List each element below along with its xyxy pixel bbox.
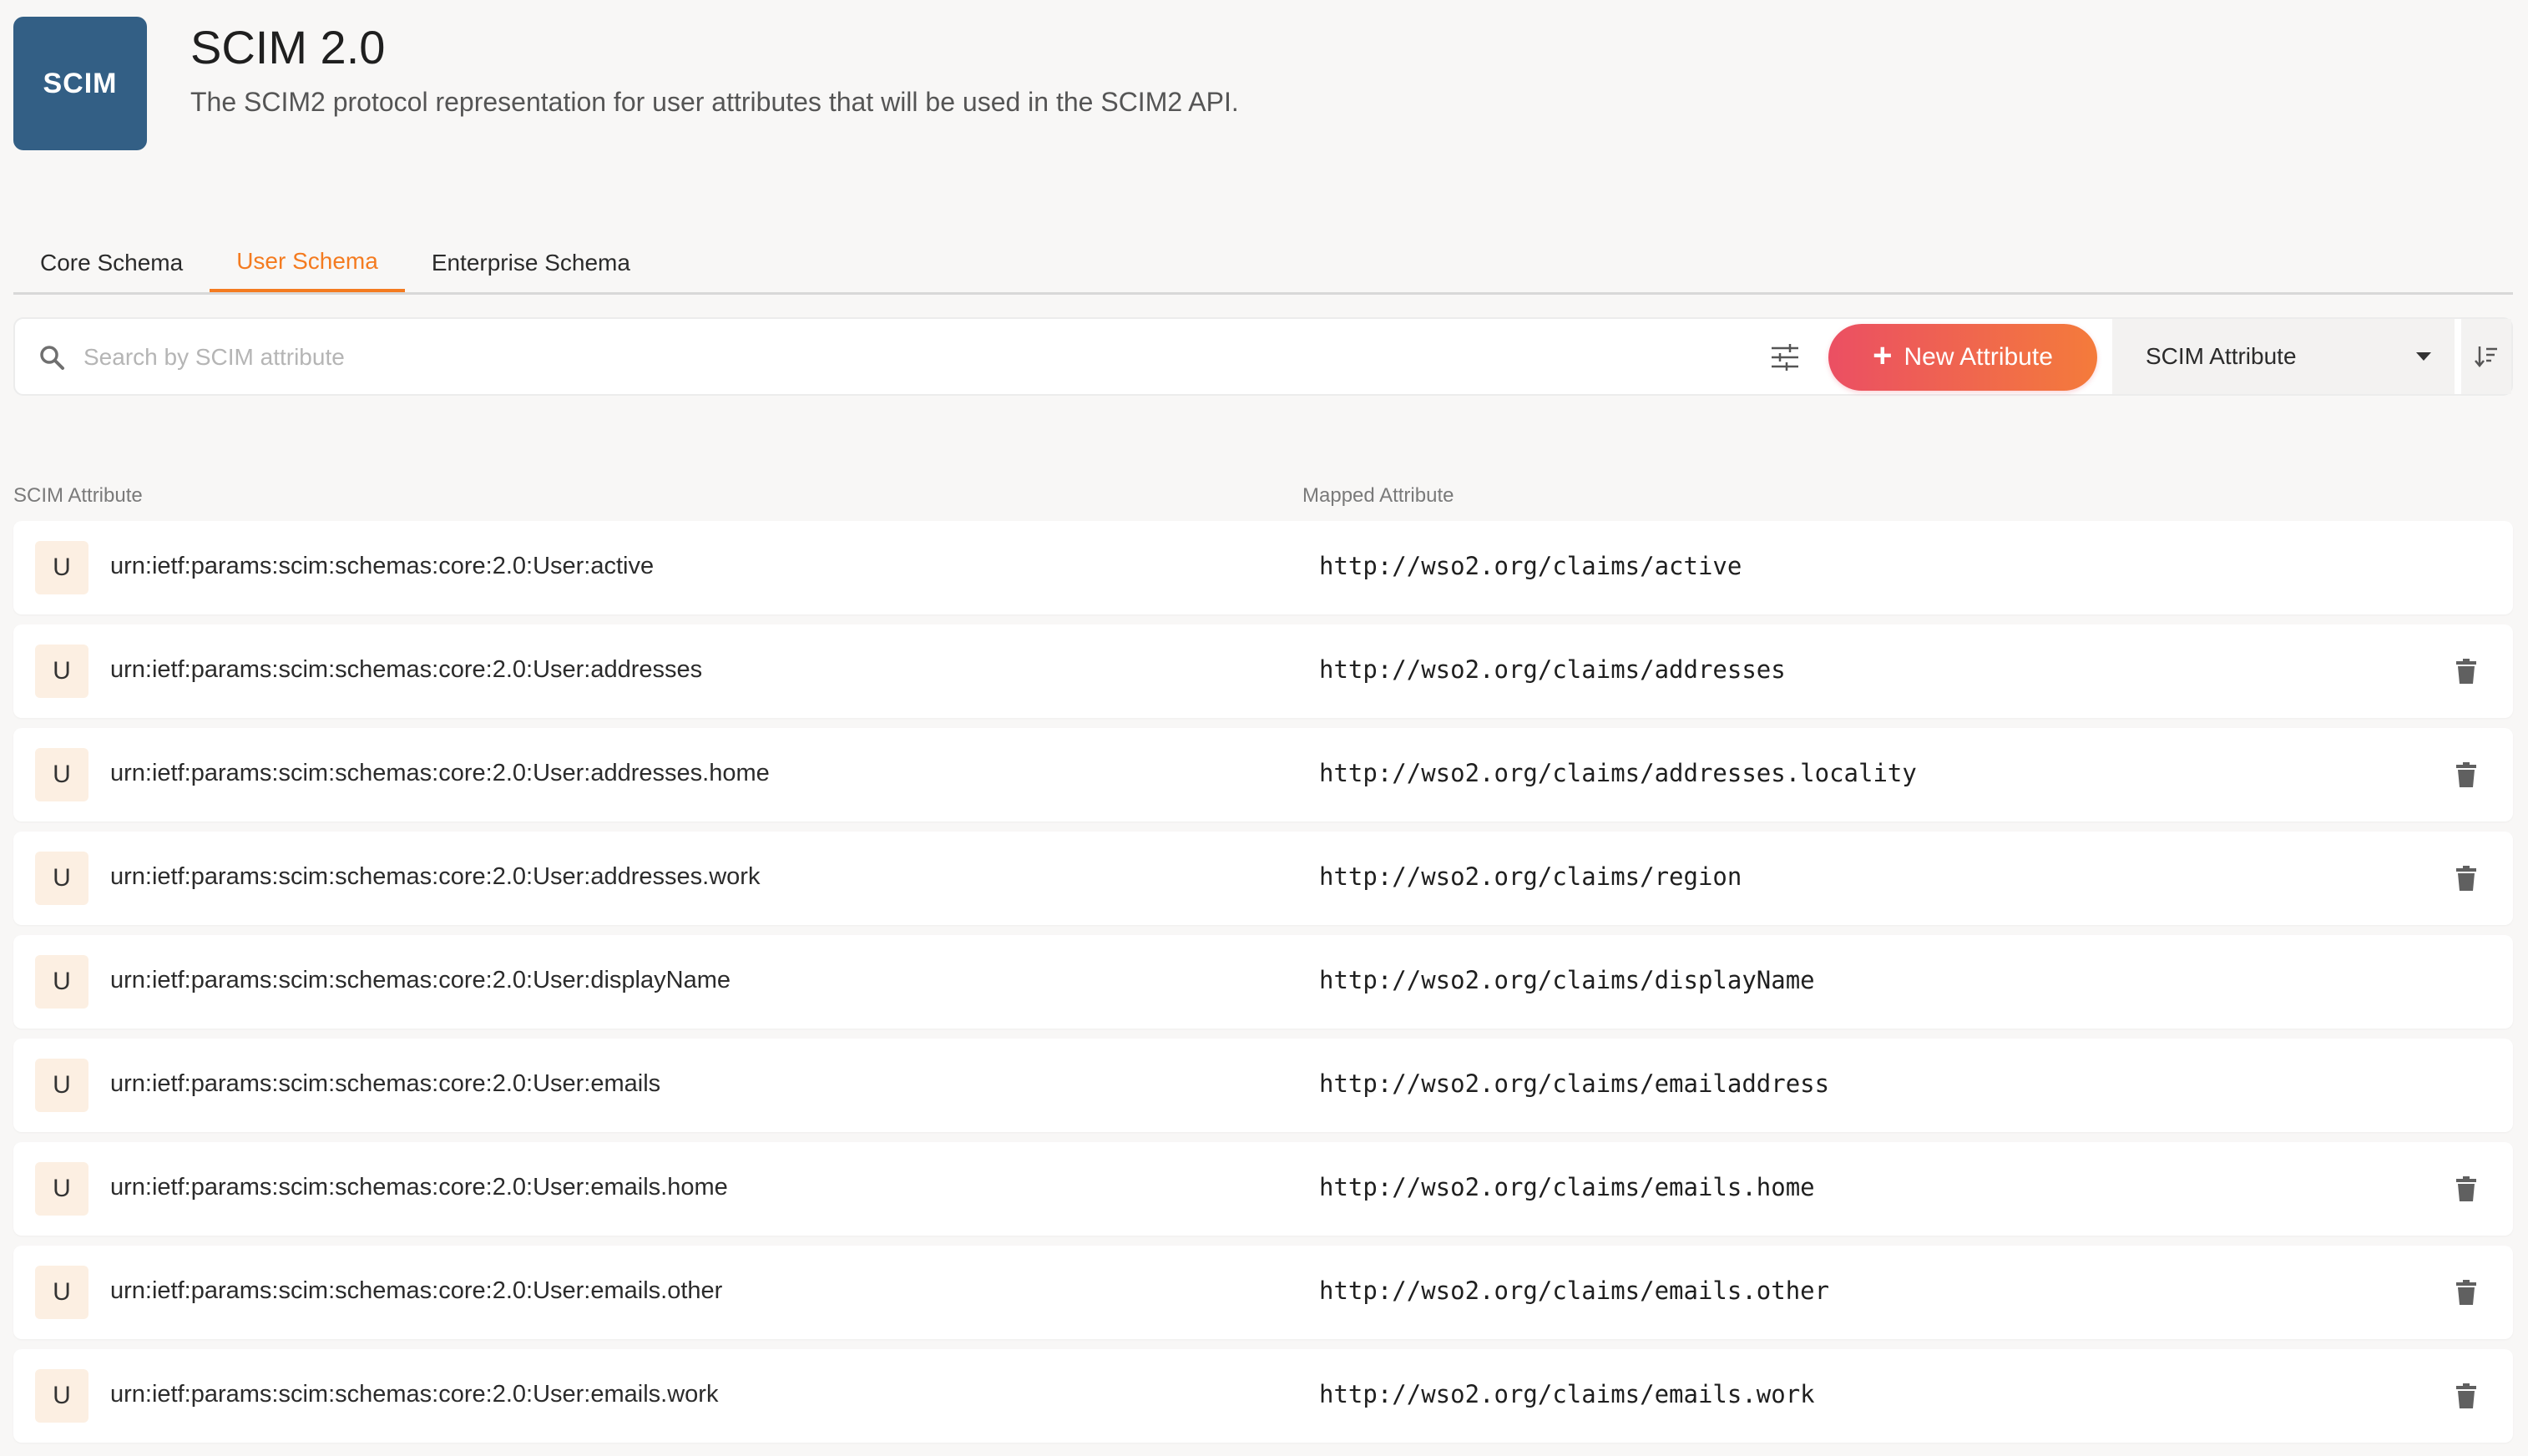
scim-attribute-name: urn:ietf:params:scim:schemas:core:2.0:Us… — [110, 656, 703, 683]
table-row[interactable]: U urn:ietf:params:scim:schemas:core:2.0:… — [13, 1349, 2513, 1443]
sort-order-icon — [2475, 346, 2497, 367]
mapped-attribute: http://wso2.org/claims/displayName — [1319, 966, 1815, 994]
scim-attribute-name: urn:ietf:params:scim:schemas:core:2.0:Us… — [110, 1174, 728, 1201]
attribute-badge: U — [35, 1059, 88, 1112]
mapped-attribute: http://wso2.org/claims/region — [1319, 862, 1742, 891]
scim-attribute-name: urn:ietf:params:scim:schemas:core:2.0:Us… — [110, 1277, 723, 1304]
chevron-down-icon — [2416, 352, 2431, 361]
tab-user-schema[interactable]: User Schema — [210, 234, 405, 292]
attribute-badge: U — [35, 541, 88, 594]
mapped-attribute: http://wso2.org/claims/addresses — [1319, 655, 1786, 684]
delete-button[interactable] — [2450, 1379, 2483, 1413]
mapped-attribute: http://wso2.org/claims/emails.home — [1319, 1173, 1815, 1201]
delete-button[interactable] — [2450, 862, 2483, 895]
table-row[interactable]: U urn:ietf:params:scim:schemas:core:2.0:… — [13, 1246, 2513, 1339]
page-subtitle: The SCIM2 protocol representation for us… — [190, 87, 1239, 117]
mapped-attribute: http://wso2.org/claims/emails.work — [1319, 1380, 1815, 1408]
trash-icon — [2456, 659, 2476, 684]
table-row[interactable]: U urn:ietf:params:scim:schemas:core:2.0:… — [13, 832, 2513, 925]
trash-icon — [2456, 866, 2476, 891]
table-row[interactable]: U urn:ietf:params:scim:schemas:core:2.0:… — [13, 728, 2513, 822]
table-row[interactable]: U urn:ietf:params:scim:schemas:core:2.0:… — [13, 1039, 2513, 1132]
schema-tabs: Core Schema User Schema Enterprise Schem… — [13, 234, 2513, 295]
mapped-attribute: http://wso2.org/claims/active — [1319, 552, 1742, 580]
delete-button[interactable] — [2450, 1276, 2483, 1309]
table-row[interactable]: U urn:ietf:params:scim:schemas:core:2.0:… — [13, 935, 2513, 1029]
scim-logo: SCIM — [13, 17, 147, 150]
attribute-badge: U — [35, 955, 88, 1009]
scim-attribute-name: urn:ietf:params:scim:schemas:core:2.0:Us… — [110, 863, 761, 890]
sort-by-dropdown[interactable]: SCIM Attribute — [2112, 319, 2455, 394]
table-row[interactable]: U urn:ietf:params:scim:schemas:core:2.0:… — [13, 1142, 2513, 1236]
attribute-badge: U — [35, 852, 88, 905]
trash-icon — [2456, 1176, 2476, 1201]
attribute-badge: U — [35, 1266, 88, 1319]
scim-attribute-name: urn:ietf:params:scim:schemas:core:2.0:Us… — [110, 760, 770, 786]
delete-button[interactable] — [2450, 655, 2483, 688]
trash-icon — [2456, 1383, 2476, 1408]
attribute-badge: U — [35, 1369, 88, 1423]
attribute-badge: U — [35, 645, 88, 698]
tab-core-schema[interactable]: Core Schema — [13, 234, 210, 292]
search-icon — [40, 346, 64, 370]
column-header-mapped-attribute: Mapped Attribute — [1302, 484, 1454, 507]
table-row[interactable]: U urn:ietf:params:scim:schemas:core:2.0:… — [13, 624, 2513, 718]
trash-icon — [2456, 1280, 2476, 1305]
scim-attribute-name: urn:ietf:params:scim:schemas:core:2.0:Us… — [110, 553, 655, 579]
column-header-scim-attribute: SCIM Attribute — [13, 484, 143, 507]
mapped-attribute: http://wso2.org/claims/emailaddress — [1319, 1069, 1830, 1098]
sort-by-value: SCIM Attribute — [2146, 343, 2297, 369]
filter-icon[interactable] — [1768, 341, 1802, 374]
table-row[interactable]: U urn:ietf:params:scim:schemas:core:2.0:… — [13, 521, 2513, 614]
search-toolbar: + New Attribute SCIM Attribute — [13, 317, 2513, 396]
mapped-attribute: http://wso2.org/claims/emails.other — [1319, 1277, 1830, 1305]
plus-icon: + — [1873, 337, 1893, 374]
sort-order-button[interactable] — [2461, 319, 2511, 394]
new-attribute-label: New Attribute — [1904, 343, 2053, 371]
page-title: SCIM 2.0 — [190, 21, 386, 73]
table-header: SCIM Attribute Mapped Attribute — [13, 473, 2513, 523]
attribute-badge: U — [35, 1162, 88, 1216]
mapped-attribute: http://wso2.org/claims/addresses.localit… — [1319, 759, 1917, 787]
scim-attribute-name: urn:ietf:params:scim:schemas:core:2.0:Us… — [110, 967, 731, 993]
scim-attribute-name: urn:ietf:params:scim:schemas:core:2.0:Us… — [110, 1070, 661, 1097]
attribute-badge: U — [35, 748, 88, 801]
delete-button[interactable] — [2450, 1172, 2483, 1206]
trash-icon — [2456, 762, 2476, 787]
tab-enterprise-schema[interactable]: Enterprise Schema — [405, 234, 657, 292]
scim-attribute-name: urn:ietf:params:scim:schemas:core:2.0:Us… — [110, 1381, 719, 1408]
delete-button[interactable] — [2450, 758, 2483, 791]
search-input[interactable] — [82, 332, 1755, 382]
new-attribute-button[interactable]: + New Attribute — [1828, 324, 2097, 391]
logo-text: SCIM — [43, 67, 118, 99]
